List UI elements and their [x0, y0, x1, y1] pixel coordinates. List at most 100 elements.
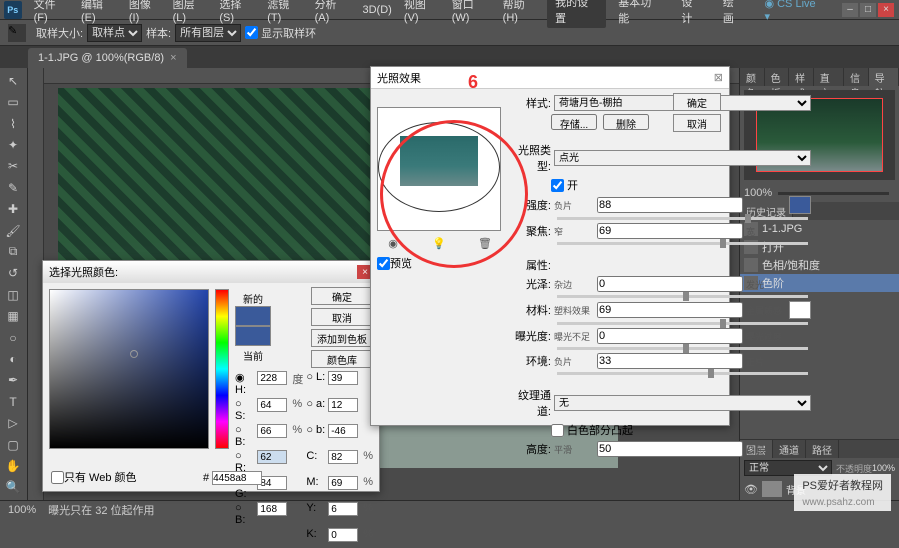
sample-size-select[interactable]: 取样点 [87, 24, 142, 42]
window-close[interactable]: × [878, 3, 894, 17]
a-input[interactable] [328, 398, 358, 412]
workspace-basic[interactable]: 基本功能 [610, 0, 669, 28]
cslive-button[interactable]: ◉ CS Live ▾ [756, 0, 831, 25]
eyedropper-tool[interactable]: ✎ [2, 178, 24, 197]
light-delete-icon[interactable]: 🗑 [477, 235, 493, 251]
color-libs-button[interactable]: 颜色库 [311, 350, 373, 368]
shape-tool[interactable]: ▢ [2, 435, 24, 454]
visibility-icon[interactable]: 👁 [744, 483, 758, 496]
stamp-tool[interactable]: ⧉ [2, 242, 24, 261]
workspace-mysettings[interactable]: 我的设置 [547, 0, 606, 28]
intensity-slider[interactable] [557, 217, 808, 220]
path-tool[interactable]: ▷ [2, 414, 24, 433]
focus-slider[interactable] [557, 242, 808, 245]
menu-3d[interactable]: 3D(D) [356, 2, 397, 18]
light-add-icon[interactable]: ◉ [385, 235, 401, 251]
m-input[interactable] [328, 476, 358, 490]
bl-input[interactable] [257, 502, 287, 516]
zoom-tool[interactable]: 🔍 [2, 478, 24, 497]
ok-button[interactable]: 确定 [311, 287, 373, 305]
lab-b-input[interactable] [328, 424, 358, 438]
wand-tool[interactable]: ✦ [2, 135, 24, 154]
menu-analysis[interactable]: 分析(A) [309, 0, 357, 26]
menu-view[interactable]: 视图(V) [398, 0, 446, 26]
cancel-button[interactable]: 取消 [673, 114, 721, 132]
y-input[interactable] [328, 502, 358, 516]
document-tab[interactable]: 1-1.JPG @ 100%(RGB/8)× [28, 48, 187, 68]
light-type-select[interactable]: 点光 [554, 150, 811, 166]
height-input[interactable] [597, 441, 743, 457]
close-tab-icon[interactable]: × [170, 52, 176, 64]
pen-tool[interactable]: ✒ [2, 371, 24, 390]
layer-thumbnail[interactable] [762, 481, 782, 497]
s-input[interactable] [257, 398, 287, 412]
save-button[interactable]: 存储... [551, 114, 597, 130]
light-bulb-icon[interactable]: 💡 [431, 235, 447, 251]
panel-tab-color[interactable]: 颜色 [740, 68, 765, 86]
c-input[interactable] [328, 450, 358, 464]
brush-tool[interactable]: 🖌 [2, 221, 24, 240]
panel-tab-styles[interactable]: 样式 [789, 68, 814, 86]
exposure-slider[interactable] [557, 347, 808, 350]
ok-button[interactable]: 确定 [673, 93, 721, 111]
status-zoom[interactable]: 100% [8, 504, 36, 516]
panel-tab-navigator[interactable]: 导航器 [869, 68, 899, 86]
heal-tool[interactable]: ✚ [2, 199, 24, 218]
marquee-tool[interactable]: ▭ [2, 92, 24, 111]
menu-edit[interactable]: 编辑(E) [75, 0, 123, 26]
menu-image[interactable]: 图像(I) [123, 0, 167, 26]
blur-tool[interactable]: ○ [2, 328, 24, 347]
white-high-checkbox[interactable]: 白色部分凸起 [551, 422, 811, 438]
move-tool[interactable]: ↖ [2, 71, 24, 90]
preview-checkbox[interactable]: 预览 [377, 255, 501, 271]
hue-slider[interactable] [215, 289, 229, 449]
texture-select[interactable]: 无 [554, 395, 811, 411]
sample-layers-select[interactable]: 所有图层 [175, 24, 241, 42]
color-field[interactable] [49, 289, 209, 449]
crop-tool[interactable]: ✂ [2, 157, 24, 176]
type-tool[interactable]: T [2, 392, 24, 411]
workspace-paint[interactable]: 绘画 [715, 0, 753, 28]
h-input[interactable] [257, 371, 287, 385]
menu-window[interactable]: 窗口(W) [446, 0, 497, 26]
dialog-titlebar[interactable]: 光照效果 ⊠ [371, 67, 729, 89]
cancel-button[interactable]: 取消 [311, 308, 373, 326]
lasso-tool[interactable]: ⌇ [2, 114, 24, 133]
panel-tab-histogram[interactable]: 直方图 [814, 68, 844, 86]
eraser-tool[interactable]: ◫ [2, 285, 24, 304]
material-input[interactable] [597, 302, 743, 318]
add-swatch-button[interactable]: 添加到色板 [311, 329, 373, 347]
light-preview[interactable] [377, 107, 501, 231]
panel-tab-info[interactable]: 信息 [844, 68, 869, 86]
k-input[interactable] [328, 528, 358, 542]
panel-tab-swatches[interactable]: 色板 [765, 68, 790, 86]
material-color-swatch[interactable] [789, 301, 811, 319]
close-icon[interactable]: ⊠ [714, 71, 723, 84]
r-input[interactable] [257, 450, 287, 464]
hand-tool[interactable]: ✋ [2, 456, 24, 475]
gradient-tool[interactable]: ▦ [2, 306, 24, 325]
workspace-design[interactable]: 设计 [673, 0, 711, 28]
web-only-checkbox[interactable]: 只有 Web 颜色 [51, 469, 137, 485]
show-ring-checkbox[interactable]: 显示取样环 [245, 25, 316, 41]
b-input[interactable] [257, 424, 287, 438]
dialog-titlebar[interactable]: 选择光照颜色: × [43, 261, 379, 283]
light-color-swatch[interactable] [789, 196, 811, 214]
material-slider[interactable] [557, 322, 808, 325]
gloss-input[interactable] [597, 276, 743, 292]
eyedropper-icon[interactable]: ✎ [8, 24, 26, 42]
light-on-checkbox[interactable]: 开 [551, 177, 811, 193]
window-max[interactable]: □ [860, 3, 876, 17]
l-input[interactable] [328, 371, 358, 385]
menu-filter[interactable]: 滤镜(T) [261, 0, 308, 26]
intensity-input[interactable] [597, 197, 743, 213]
menu-layer[interactable]: 图层(L) [167, 0, 214, 26]
ambience-slider[interactable] [557, 372, 808, 375]
menu-select[interactable]: 选择(S) [213, 0, 261, 26]
exposure-input[interactable] [597, 328, 743, 344]
menu-help[interactable]: 帮助(H) [497, 0, 546, 26]
hex-input[interactable] [212, 471, 262, 485]
ambience-input[interactable] [597, 353, 743, 369]
focus-input[interactable] [597, 223, 743, 239]
menu-file[interactable]: 文件(F) [28, 0, 75, 26]
